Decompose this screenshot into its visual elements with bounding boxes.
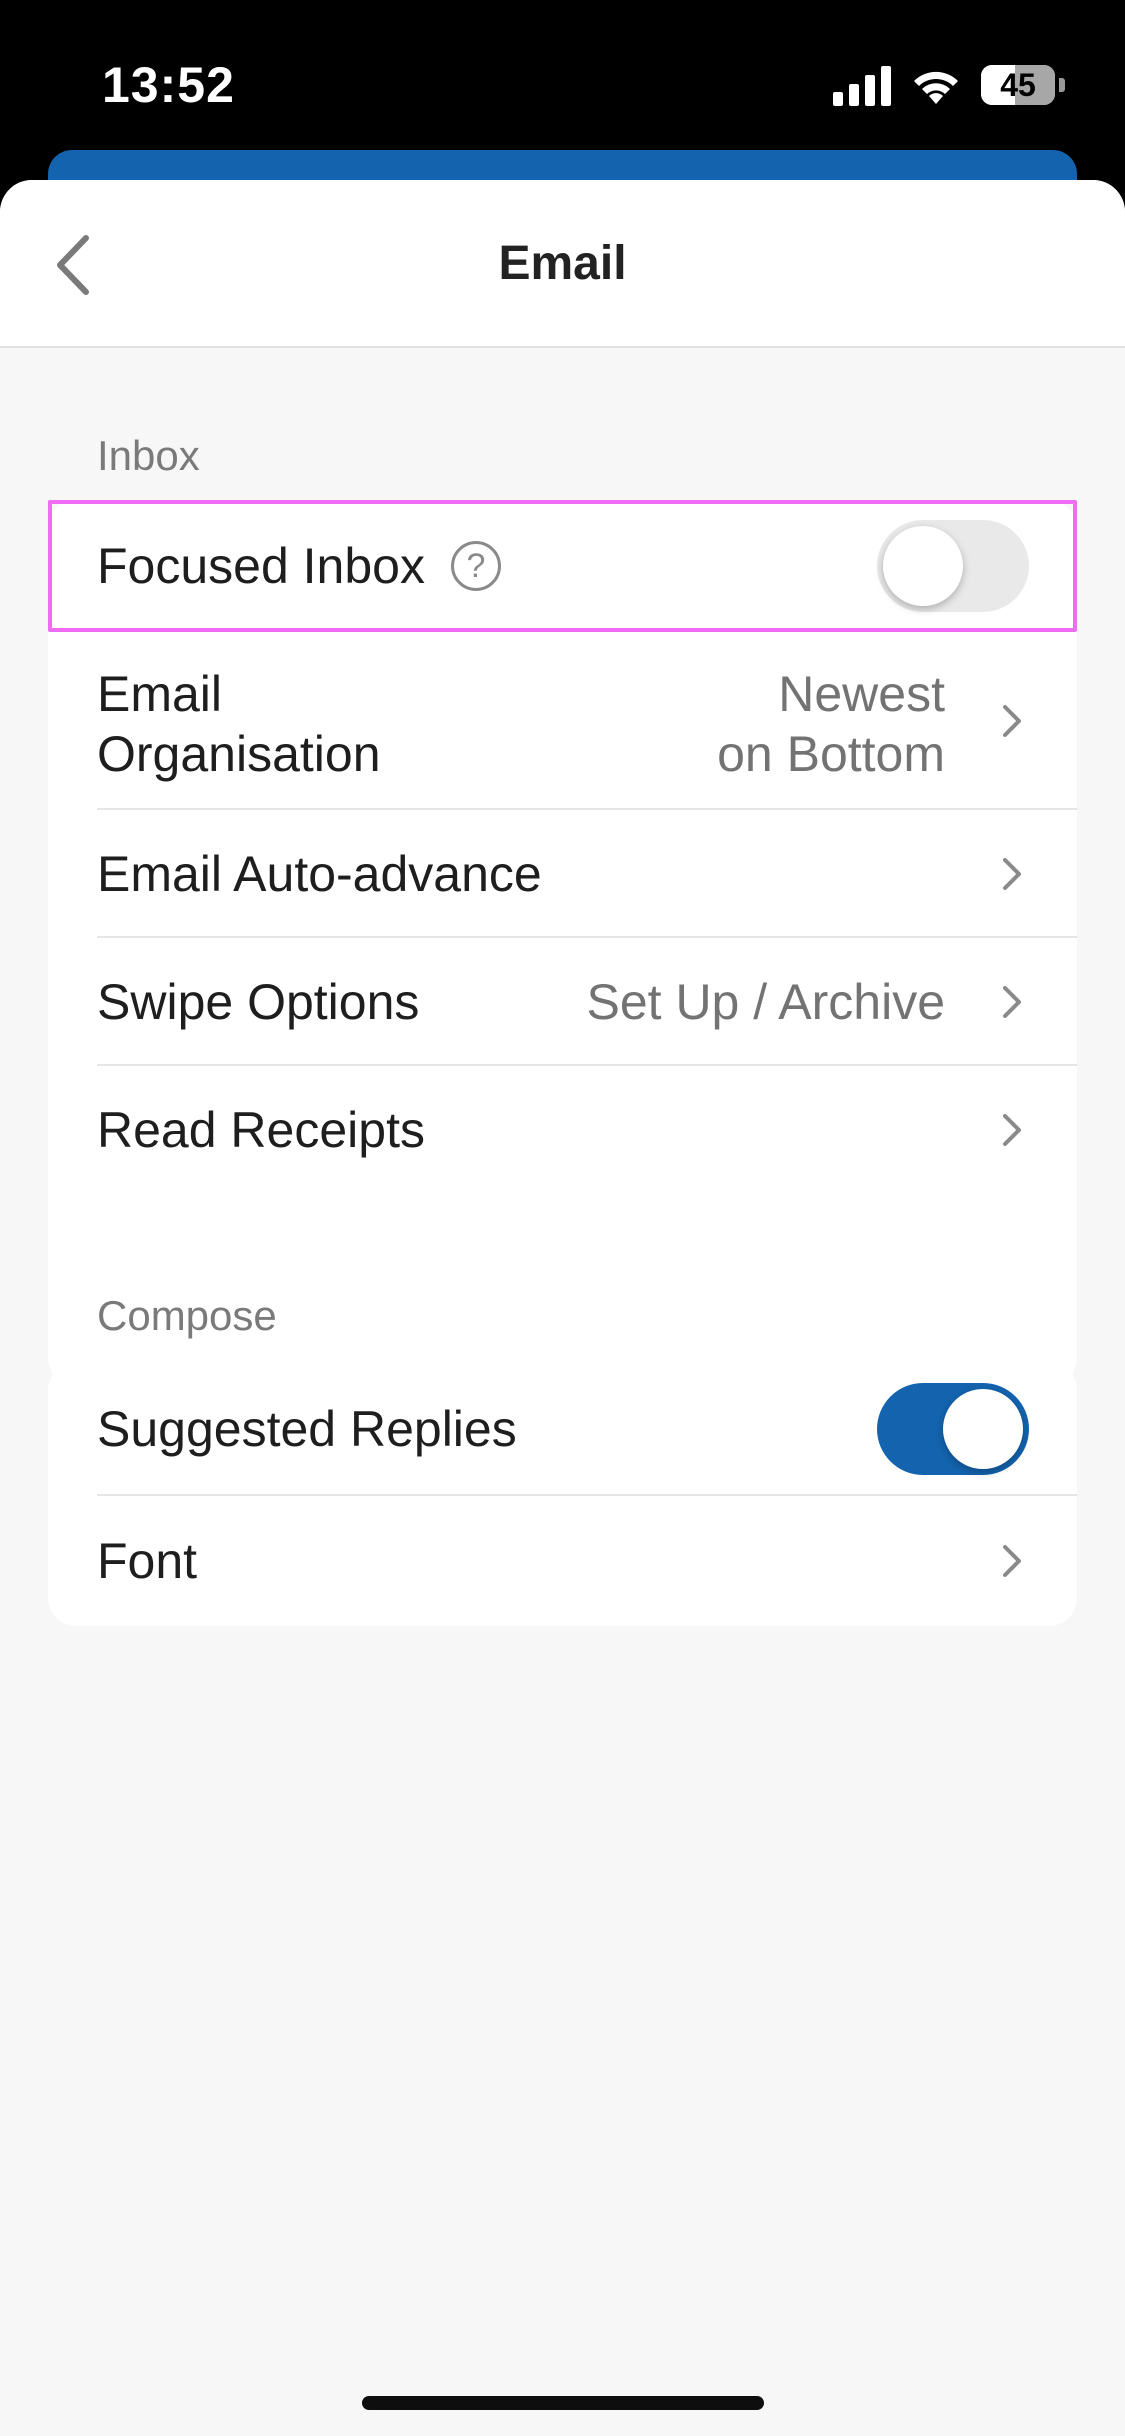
suggested-replies-label: Suggested Replies [97, 1401, 517, 1457]
email-organisation-label: Email Organisation [97, 666, 381, 782]
font-label: Font [97, 1533, 198, 1589]
status-time: 13:52 [102, 57, 235, 113]
focused-inbox-toggle[interactable] [877, 520, 1029, 612]
read-receipts-label: Read Receipts [97, 1102, 425, 1158]
swipe-options-value: Set Up / Archive [586, 974, 946, 1030]
auto-advance-row[interactable]: Email Auto-advance [48, 810, 1077, 938]
page-title: Email [498, 236, 627, 290]
focused-inbox-label: Focused Inbox [97, 538, 425, 594]
settings-sheet: Email Inbox Focused Inbox ? Email Organi… [0, 180, 1125, 2436]
phone-screen: 13:52 45 Email Inbox Focused Inbox ? Ema… [0, 0, 1125, 2436]
signal-icon [833, 64, 891, 106]
compose-settings-group: Suggested Replies Font [48, 1362, 1077, 1626]
read-receipts-row[interactable]: Read Receipts [48, 1066, 1077, 1196]
battery-icon: 45 [981, 65, 1055, 105]
help-icon[interactable]: ? [451, 541, 501, 591]
focused-inbox-row: Focused Inbox ? [48, 500, 1077, 632]
font-row[interactable]: Font [48, 1496, 1077, 1626]
suggested-replies-row: Suggested Replies [48, 1362, 1077, 1496]
chevron-right-icon [1003, 858, 1021, 890]
section-label-compose: Compose [97, 1292, 277, 1339]
auto-advance-label: Email Auto-advance [97, 846, 542, 902]
swipe-options-row[interactable]: Swipe Options Set Up / Archive [48, 938, 1077, 1066]
email-organisation-value: Newest on Bottom [717, 666, 945, 782]
battery-level: 45 [1000, 66, 1036, 103]
email-organisation-row[interactable]: Email Organisation Newest on Bottom [48, 632, 1077, 810]
chevron-right-icon [1003, 1114, 1021, 1146]
wifi-icon [914, 71, 958, 104]
chevron-right-icon [1003, 1545, 1021, 1577]
status-icons: 45 [833, 64, 1065, 106]
chevron-left-icon[interactable] [48, 230, 98, 300]
chevron-right-icon [1003, 705, 1021, 737]
swipe-options-label: Swipe Options [97, 974, 420, 1030]
home-indicator[interactable] [362, 2396, 764, 2410]
navigation-bar: Email [0, 180, 1125, 348]
chevron-right-icon [1003, 986, 1021, 1018]
suggested-replies-toggle[interactable] [877, 1383, 1029, 1475]
section-label-inbox: Inbox [97, 432, 200, 479]
inbox-settings-group: Focused Inbox ? Email Organisation Newes… [48, 500, 1077, 1386]
battery-nub [1059, 78, 1065, 92]
